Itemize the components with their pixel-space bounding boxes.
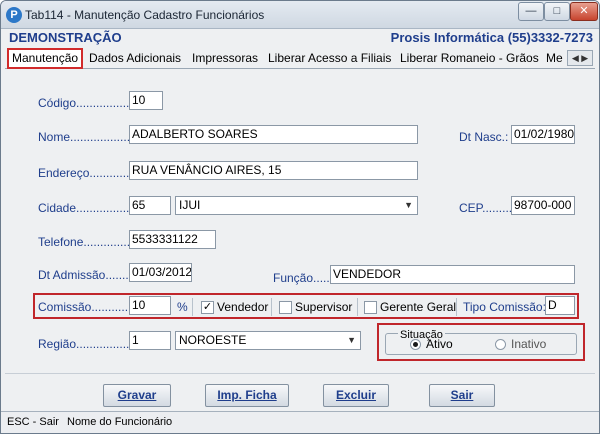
regiao-select[interactable]: NOROESTE ▼ bbox=[175, 331, 361, 350]
ativo-radio[interactable] bbox=[410, 339, 421, 350]
cidade-select-value: IJUI bbox=[179, 198, 201, 212]
tab-scroll-arrows-icon[interactable]: ◀ ▶ bbox=[567, 50, 593, 66]
gerente-geral-checkbox[interactable] bbox=[364, 301, 377, 314]
header-strip: DEMONSTRAÇÃO Prosis Informática (55)3332… bbox=[5, 29, 595, 45]
excluir-button[interactable]: Excluir bbox=[323, 384, 389, 407]
sair-button[interactable]: Sair bbox=[429, 384, 495, 407]
dt-admissao-input[interactable]: 01/03/2012 bbox=[129, 263, 192, 282]
prosis-logo-icon: P bbox=[6, 7, 22, 23]
company-name: DEMONSTRAÇÃO bbox=[9, 30, 122, 45]
vendedor-label: Vendedor bbox=[217, 300, 269, 314]
cidade-code-input[interactable]: 65 bbox=[129, 196, 171, 215]
tab-liberar-acesso-filiais[interactable]: Liberar Acesso a Filiais bbox=[268, 50, 391, 68]
cidade-select[interactable]: IJUI ▼ bbox=[175, 196, 418, 215]
main-window: P Tab114 - Manutenção Cadastro Funcionár… bbox=[0, 0, 600, 434]
regiao-select-value: NOROESTE bbox=[179, 333, 247, 347]
situacao-frame: Situação Ativo Inativo bbox=[385, 329, 577, 355]
vendedor-checkbox[interactable]: ✓ bbox=[201, 301, 214, 314]
comissao-percent-label: % bbox=[177, 300, 188, 314]
tipo-comissao-label: Tipo Comissão: bbox=[463, 300, 546, 314]
inativo-label: Inativo bbox=[511, 337, 547, 351]
regiao-code-input[interactable]: 1 bbox=[129, 331, 171, 350]
tab-manutencao[interactable]: Manutenção bbox=[7, 48, 84, 69]
gravar-button[interactable]: Gravar bbox=[103, 384, 171, 407]
regiao-label: Região................... bbox=[38, 337, 140, 351]
status-field-hint: Nome do Funcionário bbox=[67, 416, 173, 428]
dt-nasc-input[interactable]: 01/02/1980 bbox=[511, 125, 575, 144]
minimize-button[interactable]: — bbox=[518, 2, 544, 21]
situacao-group: Situação Ativo Inativo bbox=[377, 323, 585, 361]
tab-strip: Manutenção Dados Adicionais Impressoras … bbox=[5, 47, 595, 69]
ativo-label: Ativo bbox=[426, 337, 453, 351]
dt-admissao-label: Dt Admissão........... bbox=[38, 268, 143, 282]
cep-input[interactable]: 98700-000 bbox=[511, 196, 575, 215]
comissao-input[interactable]: 10 bbox=[129, 296, 171, 315]
supervisor-label: Supervisor bbox=[295, 300, 353, 314]
tipo-comissao-input[interactable]: D bbox=[545, 296, 575, 315]
tab-impressoras[interactable]: Impressoras bbox=[192, 50, 258, 68]
tab-more[interactable]: Me bbox=[546, 50, 563, 68]
separator bbox=[456, 298, 457, 316]
title-bar: P Tab114 - Manutenção Cadastro Funcionár… bbox=[1, 1, 599, 29]
separator bbox=[192, 298, 193, 316]
tab-dados-adicionais[interactable]: Dados Adicionais bbox=[89, 50, 181, 68]
action-bar: Gravar Imp. Ficha Excluir Sair bbox=[5, 373, 595, 411]
endereco-input[interactable]: RUA VENÂNCIO AIRES, 15 bbox=[129, 161, 418, 180]
codigo-label: Código................. bbox=[38, 96, 133, 110]
imp-ficha-button[interactable]: Imp. Ficha bbox=[205, 384, 289, 407]
funcao-input[interactable]: VENDEDOR bbox=[330, 265, 575, 284]
inativo-radio[interactable] bbox=[495, 339, 506, 350]
form-panel: Código................. 10 Nome.........… bbox=[5, 69, 595, 373]
comissao-group: Comissão............... 10 % ✓ Vendedor … bbox=[33, 293, 579, 319]
status-bar: ESC - Sair Nome do Funcionário bbox=[1, 411, 599, 433]
funcao-label: Função.....: bbox=[273, 271, 334, 285]
telefone-input[interactable]: 5533331122 bbox=[129, 230, 216, 249]
vendor-info: Prosis Informática (55)3332-7273 bbox=[390, 30, 593, 45]
codigo-input[interactable]: 10 bbox=[129, 91, 163, 110]
supervisor-checkbox[interactable] bbox=[279, 301, 292, 314]
dt-nasc-label: Dt Nasc.: bbox=[459, 130, 509, 144]
nome-input[interactable]: ADALBERTO SOARES bbox=[129, 125, 418, 144]
separator bbox=[271, 298, 272, 316]
maximize-button[interactable]: □ bbox=[544, 2, 570, 21]
comissao-label: Comissão............... bbox=[38, 300, 142, 314]
chevron-down-icon: ▼ bbox=[404, 200, 413, 210]
status-shortcut: ESC - Sair bbox=[7, 416, 59, 428]
cep-label: CEP.......... bbox=[459, 201, 516, 215]
chevron-down-icon: ▼ bbox=[347, 335, 356, 345]
tab-liberar-romaneio-graos[interactable]: Liberar Romaneio - Grãos bbox=[400, 50, 539, 68]
window-title: Tab114 - Manutenção Cadastro Funcionário… bbox=[25, 8, 265, 22]
gerente-geral-label: Gerente Geral bbox=[380, 300, 457, 314]
separator bbox=[357, 298, 358, 316]
close-button[interactable]: ✕ bbox=[570, 2, 598, 21]
